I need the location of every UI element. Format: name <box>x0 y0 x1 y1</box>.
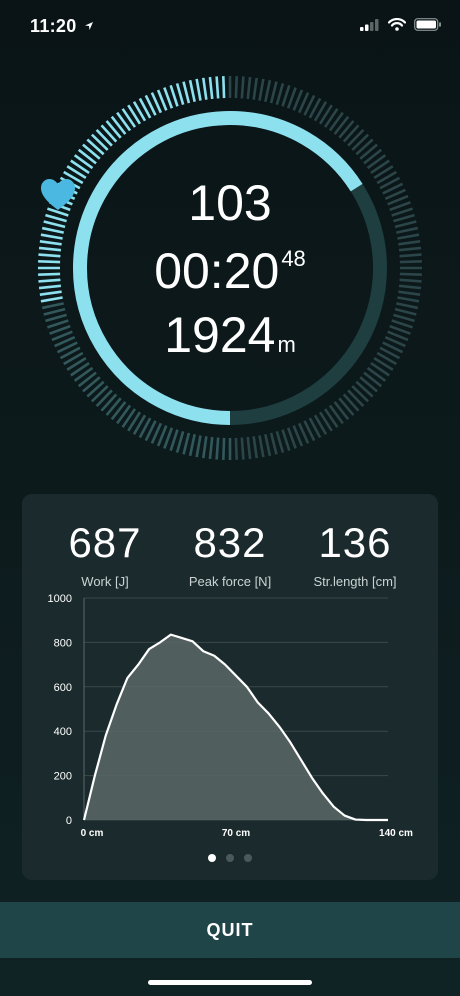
work-value: 687 <box>68 519 142 566</box>
y-tick-label: 1000 <box>48 593 72 605</box>
work-stat: 687 Work [J] <box>36 519 174 590</box>
status-bar: 11:20 <box>0 0 460 54</box>
y-tick-label: 400 <box>54 726 72 738</box>
status-time: 11:20 <box>30 16 94 37</box>
distance-display: 1924m <box>36 310 424 360</box>
distance-unit: m <box>277 332 296 357</box>
x-tick-label: 140 cm <box>379 828 413 839</box>
timer-value: 00:20 <box>154 243 280 299</box>
force-curve-chart: 0 200 400 600 800 1000 0 cm 70 cm 140 cm <box>48 593 414 839</box>
battery-icon <box>414 18 441 31</box>
y-tick-label: 800 <box>54 637 72 649</box>
status-icons <box>360 18 442 31</box>
workout-ring: 103 00:2048 1924m <box>36 74 424 462</box>
x-tick-label: 70 cm <box>222 828 250 839</box>
page-dot[interactable] <box>208 854 216 862</box>
page-dot[interactable] <box>226 854 234 862</box>
workout-metrics: 103 00:2048 1924m <box>36 74 424 462</box>
page-indicator[interactable] <box>22 854 438 862</box>
page-dot[interactable] <box>244 854 252 862</box>
stroke-length-value: 136 <box>318 519 392 566</box>
x-tick-label: 0 cm <box>81 828 104 839</box>
y-tick-label: 0 <box>66 815 72 827</box>
peak-force-value: 832 <box>193 519 267 566</box>
timer-display: 00:2048 <box>36 246 424 296</box>
home-indicator[interactable] <box>148 980 312 985</box>
quit-button[interactable]: QUIT <box>0 902 460 958</box>
stroke-length-stat: 136 Str.length [cm] <box>286 519 424 590</box>
location-arrow-icon <box>84 22 93 30</box>
wifi-icon <box>388 18 406 31</box>
quit-label: QUIT <box>206 919 254 940</box>
stroke-card[interactable]: 687 Work [J] 832 Peak force [N] 136 Str.… <box>22 494 438 880</box>
status-time-text: 11:20 <box>30 16 77 36</box>
force-curve-area <box>84 634 388 820</box>
signal-icon <box>360 18 379 31</box>
peak-force-stat: 832 Peak force [N] <box>161 519 299 590</box>
y-tick-label: 200 <box>54 771 72 783</box>
heart-rate-value: 103 <box>188 175 272 231</box>
heart-icon <box>41 179 75 210</box>
y-tick-label: 600 <box>54 682 72 694</box>
distance-value: 1924 <box>164 307 276 363</box>
timer-fraction: 48 <box>281 246 306 271</box>
heart-rate-display: 103 <box>36 178 424 228</box>
